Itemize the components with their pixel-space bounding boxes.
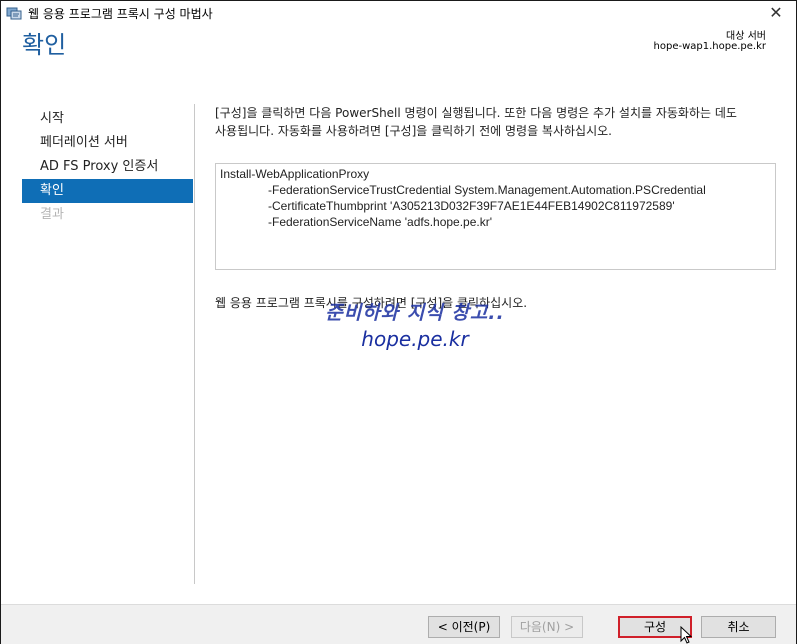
nav-item-confirm[interactable]: 확인 [22, 179, 193, 203]
nav-item-results: 결과 [40, 207, 64, 222]
command-line: Install-WebApplicationProxy [220, 167, 370, 181]
button-bar: < 이전(P) 다음(N) > 구성 취소 [1, 604, 796, 644]
wizard-window: 웹 응용 프로그램 프록시 구성 마법사 ✕ 확인 대상 서버 hope-wap… [0, 0, 797, 644]
command-line: -FederationServiceName 'adfs.hope.pe.kr' [268, 215, 493, 229]
previous-button[interactable]: < 이전(P) [428, 616, 500, 638]
powershell-command-box[interactable]: Install-WebApplicationProxy -FederationS… [215, 163, 776, 270]
watermark-line-2: hope.pe.kr [361, 327, 469, 351]
nav-item-federation-server[interactable]: 페더레이션 서버 [22, 131, 193, 155]
wizard-nav: 시작 페더레이션 서버 AD FS Proxy 인증서 확인 결과 [22, 107, 193, 227]
nav-item-adfs-proxy-certificate[interactable]: AD FS Proxy 인증서 [22, 155, 193, 179]
server-wizard-icon [6, 7, 22, 20]
nav-item-start[interactable]: 시작 [22, 107, 193, 131]
main-content: [구성]을 클릭하면 다음 PowerShell 명령이 실행됩니다. 또한 다… [215, 104, 775, 140]
command-line: -FederationServiceTrustCredential System… [268, 183, 706, 197]
intro-line-2: 사용됩니다. 자동화를 사용하려면 [구성]을 클릭하기 전에 명령을 복사하십… [215, 124, 612, 138]
configure-instruction: 웹 응용 프로그램 프록시를 구성하려면 [구성]을 클릭하십시오. [215, 296, 528, 310]
intro-text: [구성]을 클릭하면 다음 PowerShell 명령이 실행됩니다. 또한 다… [215, 104, 775, 140]
next-button[interactable]: 다음(N) > [511, 616, 583, 638]
intro-line-1: [구성]을 클릭하면 다음 PowerShell 명령이 실행됩니다. 또한 다… [215, 106, 737, 120]
page-title: 확인 [22, 31, 67, 59]
title-bar: 웹 응용 프로그램 프록시 구성 마법사 ✕ [1, 1, 796, 25]
nav-divider [194, 104, 195, 584]
destination-server-label: 대상 서버 [726, 31, 766, 42]
cancel-button[interactable]: 취소 [701, 616, 776, 638]
command-line: -CertificateThumbprint 'A305213D032F39F7… [268, 199, 675, 213]
window-title: 웹 응용 프로그램 프록시 구성 마법사 [28, 7, 213, 21]
close-icon[interactable]: ✕ [764, 2, 788, 24]
mouse-pointer-icon [680, 626, 692, 644]
destination-server-value: hope-wap1.hope.pe.kr [653, 41, 766, 52]
